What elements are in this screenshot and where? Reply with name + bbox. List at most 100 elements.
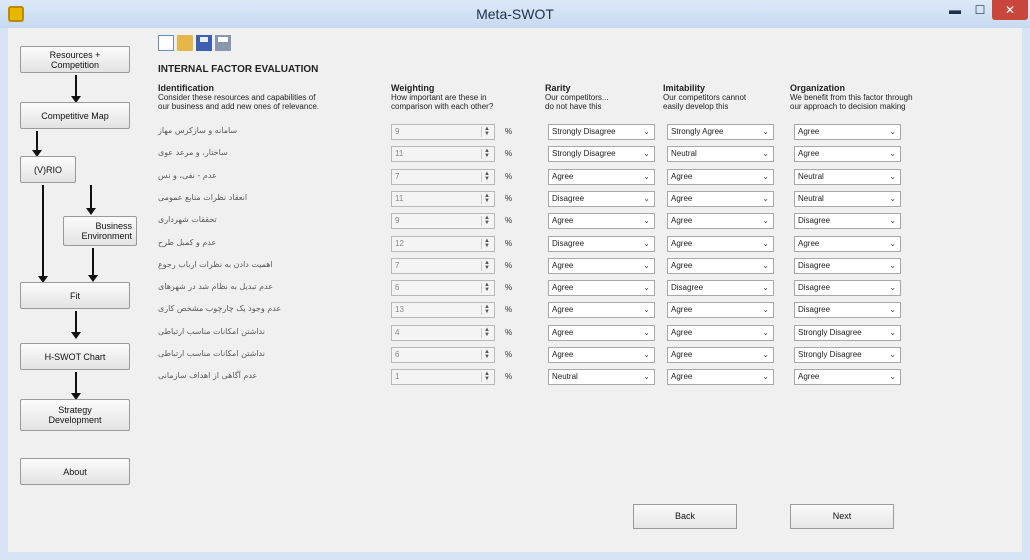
back-button[interactable]: Back	[633, 504, 737, 529]
chevron-down-icon[interactable]: ⌄	[889, 259, 896, 273]
rarity-select[interactable]: Neutral ⌄	[548, 369, 655, 385]
chevron-down-icon[interactable]: ⌄	[643, 370, 650, 384]
chevron-down-icon[interactable]: ⌄	[889, 214, 896, 228]
spinner-arrows-icon[interactable]: ▲ ▼	[481, 349, 492, 360]
nav-competitive-map-button[interactable]: Competitive Map	[20, 102, 130, 129]
chevron-down-icon[interactable]: ⌄	[889, 192, 896, 206]
open-folder-icon[interactable]	[177, 35, 193, 51]
chevron-down-icon[interactable]: ⌄	[643, 170, 650, 184]
chevron-down-icon[interactable]: ⌄	[643, 214, 650, 228]
weight-input[interactable]: 6 ▲ ▼	[391, 280, 495, 296]
rarity-select[interactable]: Disagree ⌄	[548, 236, 655, 252]
chevron-down-icon[interactable]: ⌄	[762, 281, 769, 295]
spinner-arrows-icon[interactable]: ▲ ▼	[481, 327, 492, 338]
organization-select[interactable]: Agree ⌄	[794, 146, 901, 162]
nav-fit-button[interactable]: Fit	[20, 282, 130, 309]
organization-select[interactable]: Disagree ⌄	[794, 213, 901, 229]
rarity-select[interactable]: Disagree ⌄	[548, 191, 655, 207]
rarity-select[interactable]: Strongly Disagree ⌄	[548, 146, 655, 162]
chevron-down-icon[interactable]: ⌄	[889, 370, 896, 384]
nav-vrio-button[interactable]: (V)RIO	[20, 156, 76, 183]
rarity-select[interactable]: Agree ⌄	[548, 258, 655, 274]
chevron-down-icon[interactable]: ⌄	[889, 303, 896, 317]
next-button[interactable]: Next	[790, 504, 894, 529]
chevron-down-icon[interactable]: ⌄	[643, 259, 650, 273]
imitability-select[interactable]: Agree ⌄	[667, 191, 774, 207]
spinner-arrows-icon[interactable]: ▲ ▼	[481, 171, 492, 182]
chevron-down-icon[interactable]: ⌄	[762, 326, 769, 340]
chevron-down-icon[interactable]: ⌄	[762, 348, 769, 362]
spinner-arrows-icon[interactable]: ▲ ▼	[481, 238, 492, 249]
imitability-select[interactable]: Agree ⌄	[667, 347, 774, 363]
minimize-button[interactable]: ▬	[942, 0, 968, 20]
rarity-select[interactable]: Agree ⌄	[548, 325, 655, 341]
chevron-down-icon[interactable]: ⌄	[643, 303, 650, 317]
weight-input[interactable]: 11 ▲ ▼	[391, 146, 495, 162]
spinner-arrows-icon[interactable]: ▲ ▼	[481, 371, 492, 382]
weight-input[interactable]: 4 ▲ ▼	[391, 325, 495, 341]
print-icon[interactable]	[215, 35, 231, 51]
imitability-select[interactable]: Neutral ⌄	[667, 146, 774, 162]
chevron-down-icon[interactable]: ⌄	[762, 147, 769, 161]
organization-select[interactable]: Agree ⌄	[794, 124, 901, 140]
rarity-select[interactable]: Agree ⌄	[548, 302, 655, 318]
spinner-arrows-icon[interactable]: ▲ ▼	[481, 126, 492, 137]
imitability-select[interactable]: Agree ⌄	[667, 325, 774, 341]
chevron-down-icon[interactable]: ⌄	[889, 147, 896, 161]
organization-select[interactable]: Strongly Disagree ⌄	[794, 325, 901, 341]
chevron-down-icon[interactable]: ⌄	[889, 326, 896, 340]
spinner-arrows-icon[interactable]: ▲ ▼	[481, 193, 492, 204]
organization-select[interactable]: Disagree ⌄	[794, 302, 901, 318]
imitability-select[interactable]: Disagree ⌄	[667, 280, 774, 296]
chevron-down-icon[interactable]: ⌄	[762, 303, 769, 317]
spinner-arrows-icon[interactable]: ▲ ▼	[481, 215, 492, 226]
nav-business-environment-button[interactable]: Business Environment	[63, 216, 137, 246]
rarity-select[interactable]: Agree ⌄	[548, 280, 655, 296]
rarity-select[interactable]: Agree ⌄	[548, 347, 655, 363]
imitability-select[interactable]: Strongly Agree ⌄	[667, 124, 774, 140]
nav-resources-button[interactable]: Resources + Competition	[20, 46, 130, 73]
chevron-down-icon[interactable]: ⌄	[889, 348, 896, 362]
weight-input[interactable]: 9 ▲ ▼	[391, 213, 495, 229]
imitability-select[interactable]: Agree ⌄	[667, 169, 774, 185]
chevron-down-icon[interactable]: ⌄	[762, 370, 769, 384]
chevron-down-icon[interactable]: ⌄	[643, 147, 650, 161]
weight-input[interactable]: 12 ▲ ▼	[391, 236, 495, 252]
chevron-down-icon[interactable]: ⌄	[643, 192, 650, 206]
chevron-down-icon[interactable]: ⌄	[889, 281, 896, 295]
imitability-select[interactable]: Agree ⌄	[667, 302, 774, 318]
spinner-arrows-icon[interactable]: ▲ ▼	[481, 148, 492, 159]
weight-input[interactable]: 11 ▲ ▼	[391, 191, 495, 207]
weight-input[interactable]: 7 ▲ ▼	[391, 258, 495, 274]
save-icon[interactable]	[196, 35, 212, 51]
chevron-down-icon[interactable]: ⌄	[762, 170, 769, 184]
organization-select[interactable]: Strongly Disagree ⌄	[794, 347, 901, 363]
chevron-down-icon[interactable]: ⌄	[762, 192, 769, 206]
spinner-arrows-icon[interactable]: ▲ ▼	[481, 260, 492, 271]
chevron-down-icon[interactable]: ⌄	[889, 237, 896, 251]
weight-input[interactable]: 7 ▲ ▼	[391, 169, 495, 185]
rarity-select[interactable]: Agree ⌄	[548, 169, 655, 185]
organization-select[interactable]: Disagree ⌄	[794, 280, 901, 296]
weight-input[interactable]: 6 ▲ ▼	[391, 347, 495, 363]
spinner-arrows-icon[interactable]: ▲ ▼	[481, 282, 492, 293]
chevron-down-icon[interactable]: ⌄	[643, 348, 650, 362]
weight-input[interactable]: 1 ▲ ▼	[391, 369, 495, 385]
organization-select[interactable]: Neutral ⌄	[794, 191, 901, 207]
organization-select[interactable]: Neutral ⌄	[794, 169, 901, 185]
chevron-down-icon[interactable]: ⌄	[889, 170, 896, 184]
chevron-down-icon[interactable]: ⌄	[762, 125, 769, 139]
imitability-select[interactable]: Agree ⌄	[667, 369, 774, 385]
imitability-select[interactable]: Agree ⌄	[667, 236, 774, 252]
chevron-down-icon[interactable]: ⌄	[762, 237, 769, 251]
imitability-select[interactable]: Agree ⌄	[667, 213, 774, 229]
rarity-select[interactable]: Strongly Disagree ⌄	[548, 124, 655, 140]
chevron-down-icon[interactable]: ⌄	[762, 214, 769, 228]
weight-input[interactable]: 9 ▲ ▼	[391, 124, 495, 140]
chevron-down-icon[interactable]: ⌄	[643, 326, 650, 340]
new-file-icon[interactable]	[158, 35, 174, 51]
nav-hswot-chart-button[interactable]: H-SWOT Chart	[20, 343, 130, 370]
spinner-arrows-icon[interactable]: ▲ ▼	[481, 304, 492, 315]
close-button[interactable]: ✕	[992, 0, 1028, 20]
weight-input[interactable]: 13 ▲ ▼	[391, 302, 495, 318]
